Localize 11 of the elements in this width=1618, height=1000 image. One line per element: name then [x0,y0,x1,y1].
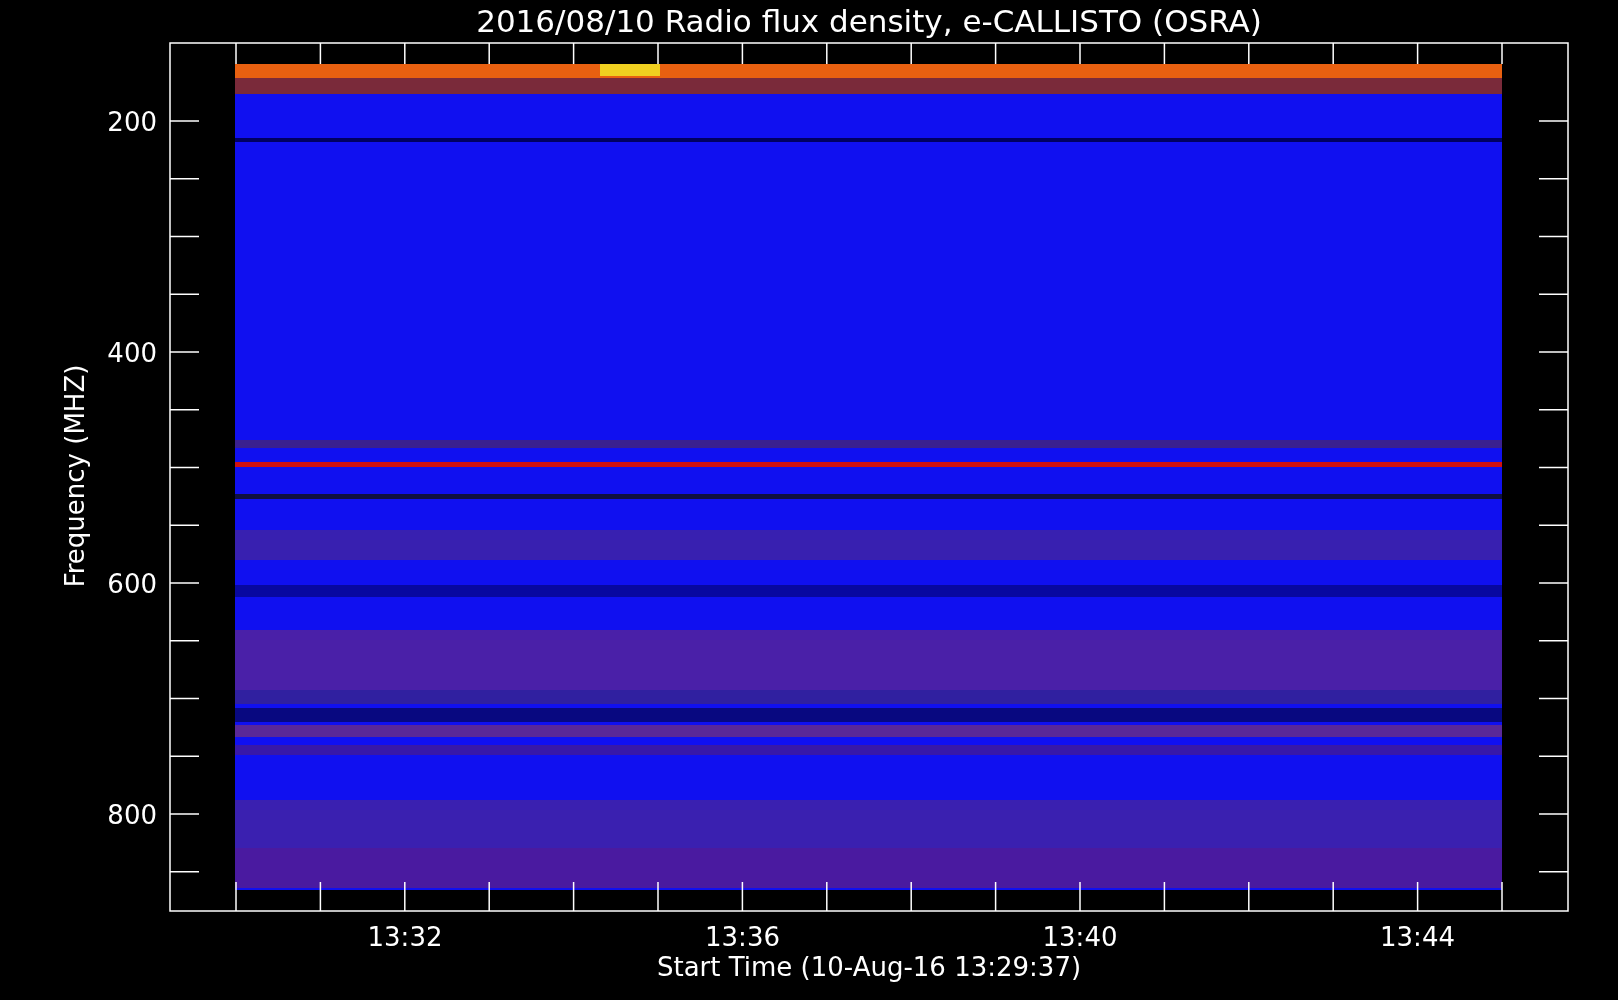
tick-label: 13:36 [705,922,780,952]
axis-label: Start Time (10-Aug-16 13:29:37) [656,952,1082,982]
tick-label: 800 [107,800,157,830]
tick-label: 13:44 [1380,922,1455,952]
axis-label: Frequency (MHZ) [60,364,90,588]
tick-label: 200 [107,107,157,137]
tick-label: 400 [107,338,157,368]
tick-label: 13:40 [1042,922,1118,952]
tick-label: 13:32 [367,922,443,952]
tick-label: 600 [107,569,157,599]
chart-title: 2016/08/10 Radio flux density, e-CALLISTO (OSRA) [476,3,1262,39]
